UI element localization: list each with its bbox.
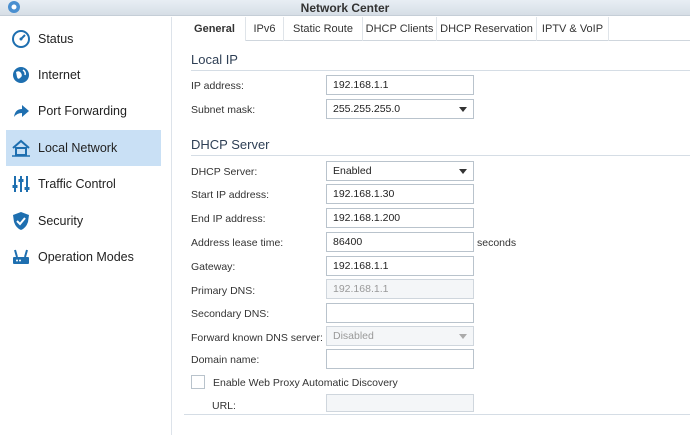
globe-icon xyxy=(10,64,32,86)
end-ip-field[interactable]: 192.168.1.200 xyxy=(326,208,474,228)
wpad-label: Enable Web Proxy Automatic Discovery xyxy=(213,377,398,389)
tab-static-route[interactable]: Static Route xyxy=(284,17,363,41)
sliders-icon xyxy=(10,173,32,195)
tab-ipv6[interactable]: IPv6 xyxy=(246,17,284,41)
secondary-dns-field[interactable] xyxy=(326,303,474,323)
home-network-icon xyxy=(10,137,32,159)
gateway-label: Gateway: xyxy=(191,261,236,273)
forward-dns-select: Disabled xyxy=(326,326,474,346)
section-title-dhcp-server: DHCP Server xyxy=(191,137,270,152)
end-ip-label: End IP address: xyxy=(191,213,266,225)
dhcp-server-select[interactable]: Enabled xyxy=(326,161,474,181)
sidebar-item-operation-modes[interactable]: Operation Modes xyxy=(6,239,161,275)
primary-dns-label: Primary DNS: xyxy=(191,285,256,297)
sidebar-item-traffic-control[interactable]: Traffic Control xyxy=(6,166,161,202)
subnet-mask-label: Subnet mask: xyxy=(191,104,256,116)
section-divider xyxy=(191,155,690,156)
sidebar-item-label: Security xyxy=(38,214,84,228)
tab-dhcp-clients[interactable]: DHCP Clients xyxy=(363,17,437,41)
tab-dhcp-reservation[interactable]: DHCP Reservation xyxy=(437,17,537,41)
sidebar-item-internet[interactable]: Internet xyxy=(6,57,161,93)
window-title: Network Center xyxy=(300,1,390,15)
tab-bar: General IPv6 Static Route DHCP Clients D… xyxy=(184,17,690,41)
forward-dns-label: Forward known DNS server: xyxy=(191,332,323,344)
lease-time-field[interactable]: 86400 xyxy=(326,232,474,252)
sidebar-item-label: Internet xyxy=(38,68,81,82)
sidebar-item-label: Traffic Control xyxy=(38,177,116,191)
general-settings-panel: Local IP IP address: 192.168.1.1 Subnet … xyxy=(184,42,690,435)
sidebar-item-port-forwarding[interactable]: Port Forwarding xyxy=(6,93,161,129)
title-bar: Network Center xyxy=(0,0,690,16)
domain-name-field[interactable] xyxy=(326,349,474,369)
secondary-dns-label: Secondary DNS: xyxy=(191,308,270,320)
shield-icon xyxy=(10,210,32,232)
primary-dns-field: 192.168.1.1 xyxy=(326,279,474,299)
tab-general[interactable]: General xyxy=(184,17,246,41)
gateway-field[interactable]: 192.168.1.1 xyxy=(326,256,474,276)
url-field xyxy=(326,394,474,412)
dhcp-server-label: DHCP Server: xyxy=(191,166,258,178)
section-divider xyxy=(191,70,690,71)
domain-name-label: Domain name: xyxy=(191,354,260,366)
sidebar-item-local-network[interactable]: Local Network xyxy=(6,130,161,166)
sidebar-item-label: Operation Modes xyxy=(38,250,134,264)
footer-divider xyxy=(184,414,690,415)
router-icon xyxy=(10,246,32,268)
sidebar-item-label: Port Forwarding xyxy=(38,104,127,118)
start-ip-field[interactable]: 192.168.1.30 xyxy=(326,184,474,204)
lease-time-unit: seconds xyxy=(477,237,517,249)
gauge-icon xyxy=(10,28,32,50)
lease-time-label: Address lease time: xyxy=(191,237,284,249)
section-title-local-ip: Local IP xyxy=(191,52,238,67)
sidebar-item-label: Local Network xyxy=(38,141,118,155)
sidebar-item-security[interactable]: Security xyxy=(6,203,161,239)
sidebar-item-label: Status xyxy=(38,32,74,46)
forward-arrow-icon xyxy=(10,100,32,122)
url-label: URL: xyxy=(212,400,236,412)
sidebar: Status Internet Port Forwarding Local Ne… xyxy=(0,17,172,435)
tab-iptv-voip[interactable]: IPTV & VoIP xyxy=(537,17,609,41)
wpad-checkbox[interactable] xyxy=(191,375,205,389)
ip-address-label: IP address: xyxy=(191,80,244,92)
subnet-mask-select[interactable]: 255.255.255.0 xyxy=(326,99,474,119)
start-ip-label: Start IP address: xyxy=(191,189,270,201)
ip-address-field[interactable]: 192.168.1.1 xyxy=(326,75,474,95)
sidebar-item-status[interactable]: Status xyxy=(6,21,161,57)
